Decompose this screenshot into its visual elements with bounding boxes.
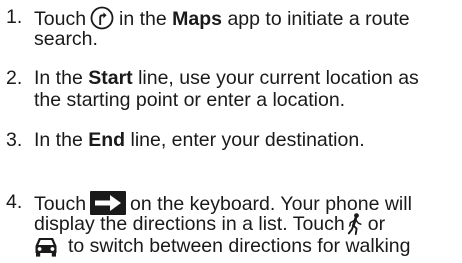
step-text-line: search. bbox=[34, 28, 98, 50]
step-number: 4. bbox=[6, 191, 23, 213]
walking-icon bbox=[347, 213, 362, 235]
route-search-icon bbox=[90, 6, 114, 30]
step-text-line: In the Start line, use your current loca… bbox=[34, 67, 419, 89]
step-number: 2. bbox=[6, 67, 23, 89]
step-text-line: Touch in the Maps app to initiate a rout… bbox=[34, 6, 410, 30]
step-text: display the directions in a list. Touch bbox=[34, 213, 345, 235]
step-number: 3. bbox=[6, 129, 23, 151]
car-icon bbox=[35, 238, 57, 257]
step-text: in the bbox=[119, 8, 167, 30]
step-text-line: to switch between directions for walking bbox=[34, 235, 411, 257]
step-text: to switch between directions for walking bbox=[68, 235, 411, 257]
step-text: line, use your current location as bbox=[138, 67, 419, 89]
step-text: app to initiate a route bbox=[227, 8, 410, 30]
enter-arrow-icon bbox=[90, 191, 127, 215]
step-text-line: In the End line, enter your destination. bbox=[34, 129, 365, 151]
step-text-line: display the directions in a list. Touch … bbox=[34, 213, 385, 235]
maps-app-name: Maps bbox=[172, 8, 223, 30]
start-field-name: Start bbox=[88, 67, 133, 89]
end-field-name: End bbox=[88, 129, 126, 151]
step-text-line: Touch on the keyboard. Your phone will bbox=[34, 191, 412, 215]
step-number: 1. bbox=[6, 6, 23, 28]
step-text: In the bbox=[34, 129, 83, 151]
step-text: on the keyboard. Your phone will bbox=[130, 193, 412, 215]
step-text: Touch bbox=[34, 193, 87, 215]
step-text: or bbox=[367, 213, 386, 235]
step-text: Touch bbox=[34, 8, 87, 30]
step-text-line: the starting point or enter a location. bbox=[34, 89, 346, 111]
step-text: line, enter your destination. bbox=[130, 129, 365, 151]
step-text: In the bbox=[34, 67, 83, 89]
